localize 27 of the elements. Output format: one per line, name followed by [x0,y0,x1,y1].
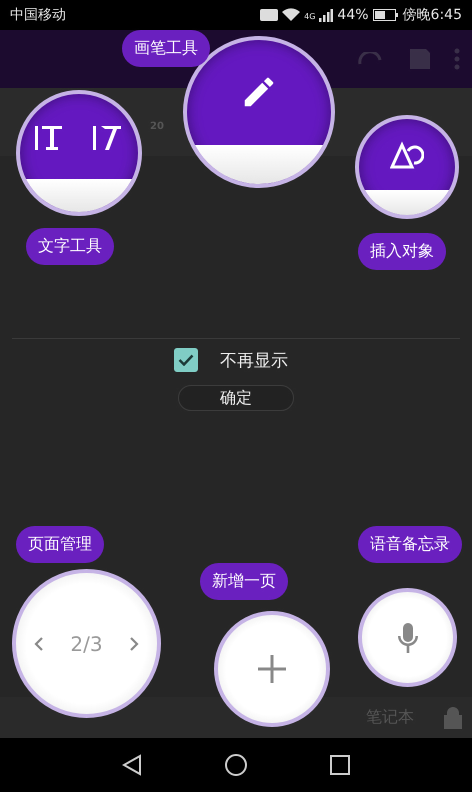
checkbox-label: 不再显示 [220,350,288,372]
clock: 傍晚6:45 [402,6,462,24]
italic-text-icon [92,123,124,153]
plus-icon [258,655,286,683]
confirm-button[interactable]: 确定 [178,385,294,411]
recents-icon[interactable] [330,755,350,775]
tooltip-label: 语音备忘录 [358,526,462,563]
shapes-icon [390,141,424,171]
battery-icon [372,9,399,21]
previous-page-icon[interactable] [34,636,44,652]
tooltip-label: 页面管理 [16,526,104,563]
signal-icon [319,8,334,22]
network-type: 4G [304,12,316,21]
checkmark-icon [178,354,194,366]
checkbox[interactable] [174,348,198,372]
tooltip-label: 新增一页 [200,563,288,600]
spotlight-circle[interactable]: 2/3 [12,569,161,718]
battery-percent: 44% [337,7,369,23]
carrier-name: 中国移动 [10,6,66,24]
next-page-icon[interactable] [128,636,139,652]
tooltip-label: 画笔工具 [122,30,210,67]
back-icon[interactable] [122,754,142,776]
tooltip-label: 插入对象 [358,233,446,270]
home-icon[interactable] [224,754,247,776]
tooltip-label: 文字工具 [26,228,114,265]
wifi-icon [282,8,300,22]
page-indicator: 2/3 [70,632,103,656]
